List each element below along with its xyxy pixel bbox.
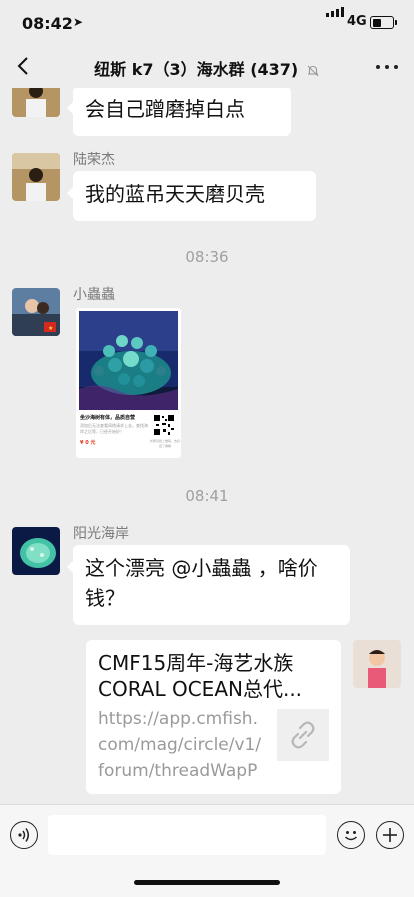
- message-text: 我的蓝吊天天磨贝壳: [85, 182, 265, 206]
- home-indicator: [134, 880, 280, 885]
- emoji-icon: [344, 831, 358, 841]
- message-bubble[interactable]: 我的蓝吊天天磨贝壳: [67, 171, 316, 221]
- emoji-button[interactable]: [337, 821, 365, 849]
- svg-text:★: ★: [48, 325, 53, 332]
- more-actions-button[interactable]: [376, 821, 404, 849]
- image-card-desc: 添加后无法查看网络请求上去，查找海岸之后等，已经开始好！: [80, 423, 148, 434]
- timestamp: 08:41: [185, 487, 229, 505]
- avatar[interactable]: ★: [12, 288, 60, 336]
- timestamp: 08:36: [185, 248, 229, 266]
- chat-title: 纽斯 k7（3）海水群 (437): [94, 60, 299, 79]
- voice-button[interactable]: [10, 821, 38, 849]
- sender-name: 阳光海岸: [73, 526, 129, 542]
- message-bubble[interactable]: 会自己蹭磨掉白点: [67, 88, 291, 136]
- avatar[interactable]: [12, 153, 60, 201]
- back-button[interactable]: [14, 54, 34, 78]
- my-avatar[interactable]: [353, 640, 401, 688]
- avatar[interactable]: [12, 88, 60, 117]
- link-url: https://app.cmfish.com/mag/circle/v1/for…: [98, 709, 262, 781]
- link-thumbnail: [277, 709, 329, 761]
- coral-photo: [79, 311, 178, 410]
- link-card[interactable]: CMF15周年-海艺水族CORAL OCEAN总代... https://app…: [86, 640, 341, 794]
- network-type: 4G: [347, 14, 367, 29]
- link-icon: [291, 721, 315, 749]
- image-card-price: ¥ 0 元: [80, 440, 96, 446]
- image-card-title: 坐沙海树有体，品质自营: [80, 415, 136, 421]
- sender-name: 陆荣杰: [73, 152, 115, 168]
- chat-header: 纽斯 k7（3）海水群 (437): [0, 44, 414, 88]
- message-text: 这个漂亮 @小蟲蟲 ，啥价钱？: [85, 556, 318, 610]
- link-title: CMF15周年-海艺水族CORAL OCEAN总代...: [98, 651, 303, 701]
- mute-bell-icon: [307, 65, 319, 76]
- chat-area[interactable]: 会自己蹭磨掉白点 陆荣杰 我的蓝吊天天磨贝壳 08:36 ★ 小蟲蟲 坐沙海树有…: [0, 88, 414, 804]
- plus-icon: [383, 828, 397, 842]
- status-time: 08:42: [22, 14, 73, 33]
- sender-name: 小蟲蟲: [73, 287, 115, 303]
- battery-icon: [370, 16, 394, 29]
- message-text: 会自己蹭磨掉白点: [85, 97, 245, 121]
- qr-code-icon: [153, 414, 175, 436]
- voice-icon: [18, 828, 29, 842]
- status-bar: 08:42 ➤ 4G: [0, 0, 414, 44]
- avatar[interactable]: [12, 527, 60, 575]
- message-input[interactable]: [48, 815, 326, 855]
- message-bubble[interactable]: 这个漂亮 @小蟲蟲 ，啥价钱？: [67, 545, 350, 625]
- location-arrow-icon: ➤: [73, 15, 84, 29]
- back-arrow-icon: [17, 57, 28, 75]
- shared-image-card[interactable]: 坐沙海树有体，品质自营 添加后无法查看网络请求上去，查找海岸之后等，已经开始好！…: [76, 308, 181, 458]
- more-button[interactable]: [372, 62, 402, 72]
- chat-title-area[interactable]: 纽斯 k7（3）海水群 (437): [60, 56, 354, 80]
- qr-caption: 长按识别二维码，去好店了看看: [150, 439, 181, 448]
